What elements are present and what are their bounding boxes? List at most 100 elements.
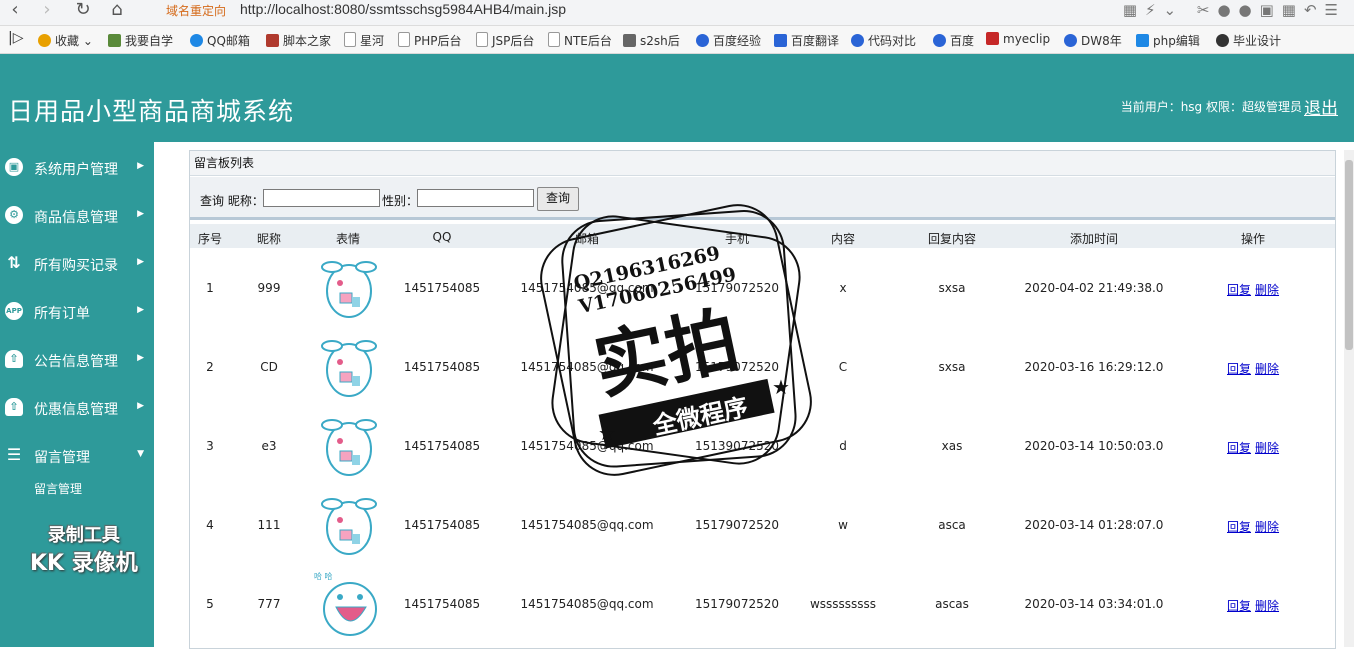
reply-link[interactable]: 回复	[1227, 441, 1251, 455]
recorder-watermark: 录制工具 KK 录像机	[30, 525, 138, 576]
scrollbar[interactable]	[1344, 150, 1354, 647]
bookmark-2[interactable]: QQ邮箱	[190, 32, 250, 49]
delete-link[interactable]: 删除	[1255, 362, 1279, 376]
bookmark-8[interactable]: s2sh后	[623, 32, 680, 49]
bookmark-icon	[266, 34, 279, 47]
sidebar-item-orders[interactable]: APP 所有订单 ▶	[0, 290, 154, 330]
bookmark-13[interactable]: myeclip	[986, 32, 1050, 46]
app-header: 日用品小型商品商城系统 当前用户：hsg 权限：超级管理员 退出	[0, 54, 1354, 142]
delete-link[interactable]: 删除	[1255, 520, 1279, 534]
forward-icon[interactable]: ›	[36, 0, 58, 22]
col-phone: 手机	[724, 232, 750, 246]
gender-input[interactable]	[417, 189, 534, 207]
sidebar-item-purchases[interactable]: ⇅ 所有购买记录 ▶	[0, 242, 154, 282]
address-bar[interactable]: http://localhost:8080/ssmtsschsg5984AHB4…	[240, 1, 566, 17]
col-qq: QQ	[432, 230, 452, 244]
col-face: 表情	[335, 232, 361, 246]
bookmark-11[interactable]: 代码对比	[851, 32, 916, 49]
home-icon[interactable]: ⌂	[106, 0, 128, 22]
redirect-badge: 域名重定向	[166, 4, 227, 18]
sidebar-item-messages[interactable]: ☰ 留言管理 ▼	[0, 434, 154, 474]
bookmark-1[interactable]: 我要自学	[108, 32, 173, 49]
bookmark-4[interactable]: 星河	[344, 32, 384, 49]
row-actions: 回复 删除	[1227, 597, 1283, 614]
reply-link[interactable]: 回复	[1227, 520, 1251, 534]
sidebar-item-notices[interactable]: ⇧ 公告信息管理 ▶	[0, 338, 154, 378]
search-button[interactable]: 查询	[537, 187, 579, 211]
bookmark-9[interactable]: 百度经验	[696, 32, 761, 49]
reply-link[interactable]: 回复	[1227, 599, 1251, 613]
stack-icon: ☰	[6, 445, 22, 464]
bookmark-7[interactable]: NTE后台	[548, 32, 612, 49]
table-row: 3 e3 1451754085 1451754085@qq.com 151390…	[190, 407, 1335, 486]
delete-link[interactable]: 删除	[1255, 283, 1279, 297]
face-bunny-icon	[321, 498, 377, 555]
col-no: 序号	[197, 232, 223, 246]
table-row: 4 111 1451754085 1451754085@qq.com 15179…	[190, 486, 1335, 565]
page-icon	[476, 32, 488, 47]
face-bunny-icon	[321, 419, 377, 476]
bookmark-icon	[108, 34, 121, 47]
table-header: 序号 昵称 表情 QQ 邮箱 手机 内容 回复内容 添加时间 操作	[190, 224, 1335, 248]
app-icon: APP	[5, 302, 23, 320]
sidebar-item-system-users[interactable]: ▣ 系统用户管理 ▶	[0, 146, 154, 186]
sidebar-item-products[interactable]: ⚙ 商品信息管理 ▶	[0, 194, 154, 234]
browser-toolbar: ‹ › ↻ ⌂ 域名重定向 http://localhost:8080/ssmt…	[0, 0, 1354, 26]
bookmark-0[interactable]: 收藏 ⌄	[38, 32, 93, 49]
chevron-right-icon: ▶	[137, 209, 144, 219]
bookmark-14[interactable]: DW8年	[1064, 32, 1122, 49]
paw-icon	[1064, 34, 1077, 47]
table-row: 2 CD 1451754085 1451754085@qq.com 151790…	[190, 328, 1335, 407]
face-laugh-icon: 哈 哈	[314, 571, 377, 636]
logout-link[interactable]: 退出	[1304, 94, 1338, 119]
table-row: 5 777 哈 哈 1451754085 1451754085@qq.com 1…	[190, 565, 1335, 644]
bookmark-15[interactable]: php编辑	[1136, 32, 1200, 49]
reply-link[interactable]: 回复	[1227, 283, 1251, 297]
bookmark-icon	[851, 34, 864, 47]
bookmark-icon	[1136, 34, 1149, 47]
current-user-info: 当前用户：hsg 权限：超级管理员	[1120, 100, 1302, 114]
row-actions: 回复 删除	[1227, 281, 1283, 298]
face-bunny-icon	[321, 340, 377, 397]
bookmark-12[interactable]: 百度	[933, 32, 974, 49]
bookmark-icon	[623, 34, 636, 47]
exchange-icon: ⇅	[7, 253, 21, 272]
bookmark-16[interactable]: 毕业设计	[1216, 32, 1281, 49]
paw-icon	[696, 34, 709, 47]
cloud-icon: ⇧	[5, 398, 23, 416]
chevron-right-icon: ▶	[137, 401, 144, 411]
col-actions: 操作	[1240, 232, 1266, 246]
qq-icon	[190, 34, 203, 47]
chevron-down-icon: ▼	[137, 449, 144, 459]
sidebar-item-discounts[interactable]: ⇧ 优惠信息管理 ▶	[0, 386, 154, 426]
users-gear-icon: ⚙	[5, 206, 23, 224]
reply-link[interactable]: 回复	[1227, 362, 1251, 376]
row-actions: 回复 删除	[1227, 360, 1283, 377]
bookmark-5[interactable]: PHP后台	[398, 32, 462, 49]
sidebar-subitem-messages[interactable]: 留言管理	[34, 480, 82, 497]
gender-label: 性别：	[382, 194, 419, 208]
page-title: 日用品小型商品商城系统	[8, 97, 295, 126]
bookmark-3[interactable]: 脚本之家	[266, 32, 331, 49]
bookmark-6[interactable]: JSP后台	[476, 32, 534, 49]
row-actions: 回复 删除	[1227, 439, 1283, 456]
back-icon[interactable]: ‹	[4, 0, 26, 22]
panel-title: 留言板列表	[190, 151, 1335, 176]
bookmark-10[interactable]: 百度翻译	[774, 32, 839, 49]
row-actions: 回复 删除	[1227, 518, 1283, 535]
search-bar: 查询 昵称： 性别： 查询	[190, 177, 1335, 220]
sidebar-toggle-icon[interactable]: |▷	[8, 30, 23, 46]
sidebar: ▣ 系统用户管理 ▶ ⚙ 商品信息管理 ▶ ⇅ 所有购买记录 ▶ APP 所有订…	[0, 142, 154, 647]
col-reply: 回复内容	[927, 232, 977, 246]
page-icon	[344, 32, 356, 47]
delete-link[interactable]: 删除	[1255, 599, 1279, 613]
nickname-label: 查询 昵称：	[200, 194, 264, 208]
reload-icon[interactable]: ↻	[72, 0, 94, 22]
browser-tools-icon[interactable]: ▦⚡⌄ ✂●●▣▦↶☰	[1123, 1, 1346, 19]
scrollbar-thumb[interactable]	[1345, 160, 1353, 350]
face-bunny-icon	[321, 261, 377, 318]
chevron-right-icon: ▶	[137, 257, 144, 267]
nickname-input[interactable]	[263, 189, 380, 207]
delete-link[interactable]: 删除	[1255, 441, 1279, 455]
col-time: 添加时间	[1069, 232, 1119, 246]
